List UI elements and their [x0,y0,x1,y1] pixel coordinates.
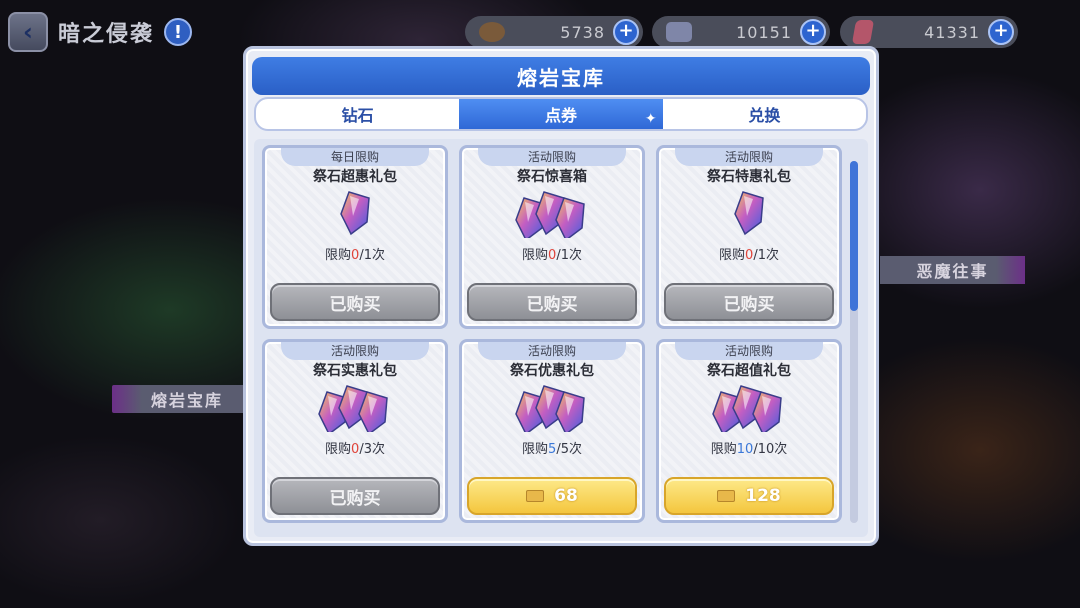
crystal-icon [734,191,764,236]
item-tag: 活动限购 [675,148,823,166]
item-name: 祭石超惠礼包 [313,169,397,185]
gem-bundle-icon [462,384,642,432]
gem-bundle-icon [265,190,445,238]
purchase-limit: 限购0/3次 [325,442,385,457]
item-name: 祭石优惠礼包 [510,363,594,379]
buy-button[interactable]: 已购买 [270,477,440,515]
top-header: ‹ 暗之侵袭 ! [8,12,193,52]
item-tag: 每日限购 [281,148,429,166]
info-icon[interactable]: ! [164,18,193,46]
crystal-icon [515,385,585,432]
ticket-icon [526,490,545,502]
purchase-limit: 限购10/10次 [710,442,788,457]
item-name: 祭石实惠礼包 [313,363,397,379]
item-tag: 活动限购 [478,148,626,166]
tab-label: 兑换 [748,106,781,125]
buy-button[interactable]: 已购买 [664,283,834,321]
purchase-limit: 限购0/1次 [325,248,385,263]
item-name: 祭石惊喜箱 [517,169,587,185]
gem-bundle-icon [659,190,839,238]
shop-item-card-4[interactable]: 活动限购 祭石实惠礼包 限购0/3次 已购买 [262,339,448,523]
map-label-lava[interactable]: 熔岩宝库 [112,385,262,413]
resource-value: 41331 [924,22,980,42]
crystal-icon [851,20,875,44]
modal-title: 熔岩宝库 [252,57,870,95]
item-tag: 活动限购 [281,342,429,360]
back-button[interactable]: ‹ [8,12,48,52]
sparkle-icon: ✦ [644,111,657,127]
resource-value: 5738 [560,22,605,42]
ticket-icon [717,490,736,502]
crystal-icon [340,191,370,236]
buy-button[interactable]: 已购买 [270,283,440,321]
add-stone-button[interactable]: + [613,19,639,45]
buy-button[interactable]: 已购买 [467,283,637,321]
shop-item-card-2[interactable]: 活动限购 祭石惊喜箱 限购0/1次 已购买 [459,145,645,329]
resource-crystal: 41331 + [840,16,1018,48]
item-list: 每日限购 祭石超惠礼包 限购0/1次 已购买 活动限购 祭石惊喜箱 限购0/1次… [254,139,868,537]
crystal-icon [318,385,388,432]
shop-item-card-6[interactable]: 活动限购 祭石超值礼包 限购10/10次 128 [656,339,842,523]
tab-label: 点券 [544,106,577,125]
stone-icon [479,22,505,42]
item-grid: 每日限购 祭石超惠礼包 限购0/1次 已购买 活动限购 祭石惊喜箱 限购0/1次… [262,145,842,523]
price-label: 68 [554,486,578,506]
gem-bundle-icon [265,384,445,432]
item-name: 祭石特惠礼包 [707,169,791,185]
item-tag: 活动限购 [675,342,823,360]
scroll-thumb[interactable] [850,161,858,311]
page-title: 暗之侵袭 [58,22,155,47]
ticket-icon [666,22,692,42]
buy-button[interactable]: 68 [467,477,637,515]
tab-exchange[interactable]: 兑换 [663,99,866,129]
tab-diamond[interactable]: 钻石 [256,99,459,129]
crystal-icon [515,191,585,238]
gem-bundle-icon [659,384,839,432]
shop-item-card-5[interactable]: 活动限购 祭石优惠礼包 限购5/5次 68 [459,339,645,523]
purchase-limit: 限购0/1次 [522,248,582,263]
add-ticket-button[interactable]: + [800,19,826,45]
tab-coupon[interactable]: 点券 ✦ [459,99,663,129]
shop-modal: 熔岩宝库 钻石 点券 ✦ 兑换 每日限购 祭石超惠礼包 限购0/1次 已购买 活动… [243,46,879,546]
purchase-limit: 限购5/5次 [522,442,582,457]
shop-item-card-3[interactable]: 活动限购 祭石特惠礼包 限购0/1次 已购买 [656,145,842,329]
scrollbar[interactable] [850,161,858,523]
tab-label: 钻石 [341,106,374,125]
price-label: 128 [745,486,781,506]
crystal-icon [712,385,782,432]
shop-item-card-1[interactable]: 每日限购 祭石超惠礼包 限购0/1次 已购买 [262,145,448,329]
item-name: 祭石超值礼包 [707,363,791,379]
buy-button[interactable]: 128 [664,477,834,515]
gem-bundle-icon [462,190,642,238]
tab-bar: 钻石 点券 ✦ 兑换 [254,97,868,131]
map-label-demon[interactable]: 恶魔往事 [880,256,1025,284]
add-crystal-button[interactable]: + [988,19,1014,45]
back-arrow-icon: ‹ [23,18,33,46]
resource-stone: 5738 + [465,16,643,48]
resource-value: 10151 [736,22,792,42]
item-tag: 活动限购 [478,342,626,360]
resource-ticket: 10151 + [652,16,830,48]
purchase-limit: 限购0/1次 [719,248,779,263]
